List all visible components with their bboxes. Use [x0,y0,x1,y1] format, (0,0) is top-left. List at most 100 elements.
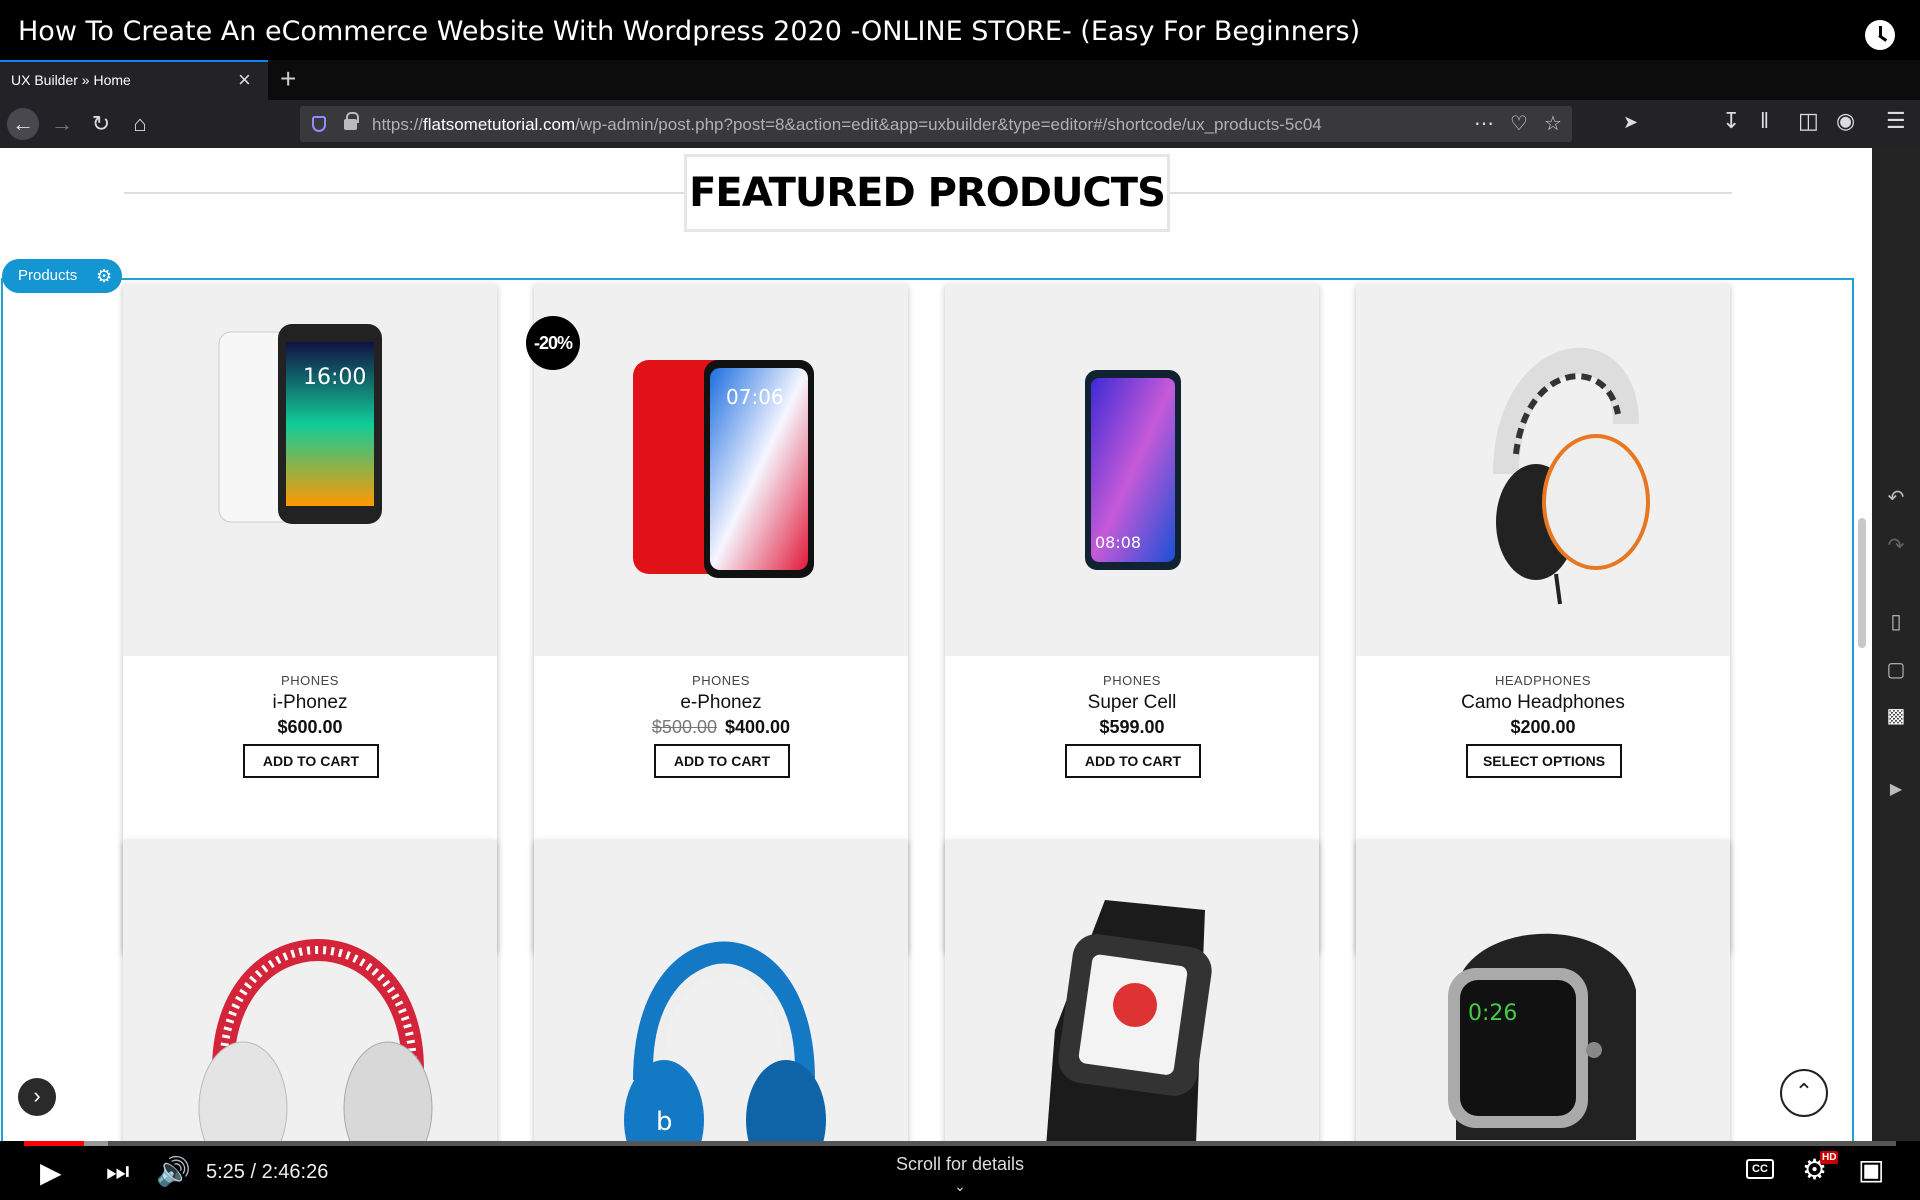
product-image[interactable] [123,840,497,1141]
product-price: $500.00 $400.00 [534,717,908,738]
products-element-tag[interactable]: Products ⚙ [2,259,122,293]
section-title: FEATURED PRODUCTS [689,170,1166,216]
back-to-top-icon[interactable]: ⌃ [1780,1069,1828,1117]
featured-title-box[interactable]: FEATURED PRODUCTS [684,154,1170,232]
product-card[interactable]: 0:26 [1356,840,1730,1141]
product-name[interactable]: Camo Headphones [1356,692,1730,714]
product-image[interactable] [945,840,1319,1141]
phone-clock: 16:00 [303,365,366,390]
product-category: PHONES [281,673,339,688]
product-price: $599.00 [945,717,1319,738]
product-price-current: $600.00 [277,717,343,737]
scroll-hint-label: Scroll for details [895,1154,1025,1174]
url-bar[interactable]: https://flatsometutorial.com/wp-admin/po… [300,106,1572,142]
desktop-view-icon[interactable]: ▩ [1884,704,1908,728]
gear-icon[interactable]: ⚙ [96,266,112,287]
brand-logo: b [656,1107,673,1137]
product-name[interactable]: e-Phonez [534,692,908,714]
lock-icon[interactable] [344,112,359,130]
scroll-for-details[interactable]: Scroll for details ⌄ [0,1154,1920,1196]
redo-icon[interactable]: ↷ [1884,534,1908,558]
sidebar-toggle-icon[interactable]: ◫ [1798,108,1819,134]
url-host: flatsometutorial.com [423,115,576,134]
watch-later-icon[interactable] [1865,20,1895,50]
tab-ux-builder[interactable]: UX Builder » Home × [0,60,268,100]
chevron-down-icon: ⌄ [954,1178,966,1194]
product-card[interactable] [123,840,497,1141]
product-price: $200.00 [1356,717,1730,738]
browser-navbar: ← → ↻ ⌂ https://flatsometutorial.com/wp-… [0,100,1920,148]
page-content: FEATURED PRODUCTS Products ⚙ 16:00 PHONE… [0,148,1872,1141]
phone-clock: 08:08 [1095,533,1141,552]
menu-icon[interactable]: ☰ [1886,108,1906,134]
add-to-cart-button[interactable]: ADD TO CART [1065,744,1201,778]
forward-arrow-icon[interactable]: → [46,108,78,140]
play-preview-icon[interactable]: ▶ [1884,778,1908,802]
product-price-current: $599.00 [1099,717,1165,737]
sale-badge: -20% [526,316,580,370]
product-name[interactable]: i-Phonez [123,692,497,714]
pocket-icon[interactable]: ♡ [1510,111,1528,136]
product-category: HEADPHONES [1494,673,1592,688]
headphones-image [1493,347,1650,605]
product-price-current: $400.00 [725,717,791,737]
product-image[interactable]: 0:26 [1356,840,1730,1141]
progress-played [24,1141,84,1146]
account-icon[interactable]: ◉ [1836,108,1855,134]
captions-icon[interactable]: CC [1746,1159,1774,1179]
back-arrow-icon[interactable]: ← [7,108,39,140]
product-card[interactable] [945,840,1319,1141]
product-name[interactable]: Super Cell [945,692,1319,714]
smartwatch-image [1046,900,1212,1141]
url-path: /wp-admin/post.php?post=8&action=edit&ap… [575,115,1322,134]
add-to-cart-button[interactable]: ADD TO CART [654,744,790,778]
video-title[interactable]: How To Create An eCommerce Website With … [18,16,1360,47]
product-old-price: $500.00 [651,717,717,737]
url-prefix: https:// [372,115,424,134]
product-price-current: $200.00 [1510,717,1576,737]
mouse-cursor-icon: ➤ [1623,112,1639,132]
smartwatch-image: 0:26 [1448,933,1636,1140]
phone-image: 07:06 [633,360,814,578]
select-options-button[interactable]: SELECT OPTIONS [1466,744,1622,778]
products-tag-label: Products [18,267,78,284]
product-image[interactable]: 07:06 [534,284,908,656]
tablet-view-icon[interactable]: ▢ [1884,658,1908,682]
product-image[interactable]: b [534,840,908,1141]
product-category: PHONES [692,673,750,688]
headphones-image [198,939,433,1141]
product-image[interactable] [1356,284,1730,656]
page-actions-icon[interactable]: ⋯ [1474,111,1494,136]
tab-title: UX Builder » Home [11,72,131,88]
product-image[interactable]: 16:00 [123,284,497,656]
bookmark-star-icon[interactable]: ☆ [1544,111,1562,136]
expand-chevron-icon[interactable]: › [18,1078,56,1116]
video-title-bar: How To Create An eCommerce Website With … [0,0,1920,60]
product-card[interactable]: b [534,840,908,1141]
headphones-image: b [624,941,826,1141]
home-icon[interactable]: ⌂ [124,108,156,140]
tracking-shield-icon[interactable] [312,116,326,132]
new-tab-icon[interactable]: + [280,62,296,96]
phone-image: 16:00 [218,324,382,524]
browser-tabbar: UX Builder » Home × + [0,60,1920,100]
library-icon[interactable]: ‖ [1760,108,1769,134]
reload-icon[interactable]: ↻ [85,108,117,140]
close-tab-icon[interactable]: × [238,67,251,93]
mobile-view-icon[interactable]: ▯ [1884,610,1908,634]
video-control-bar: ▶ ⏭ 🔊 5:25 / 2:46:26 Scroll for details ⌄… [0,1141,1920,1200]
undo-icon[interactable]: ↶ [1884,486,1908,510]
phone-image: 08:08 [1085,370,1181,570]
progress-track[interactable] [24,1141,1896,1146]
downloads-icon[interactable]: ↧ [1722,108,1740,134]
builder-right-toolbar: ↶ ↷ ▯ ▢ ▩ ▶ [1872,148,1920,1141]
watch-screen-time: 0:26 [1468,1001,1517,1026]
page-scrollbar-thumb[interactable] [1858,518,1866,648]
url-text[interactable]: https://flatsometutorial.com/wp-admin/po… [372,115,1322,135]
product-image[interactable]: 08:08 [945,284,1319,656]
hd-badge: HD [1820,1151,1839,1164]
product-price: $600.00 [123,717,497,738]
product-category: PHONES [1103,673,1161,688]
exit-fullscreen-icon[interactable]: ▣ [1858,1153,1884,1186]
add-to-cart-button[interactable]: ADD TO CART [243,744,379,778]
